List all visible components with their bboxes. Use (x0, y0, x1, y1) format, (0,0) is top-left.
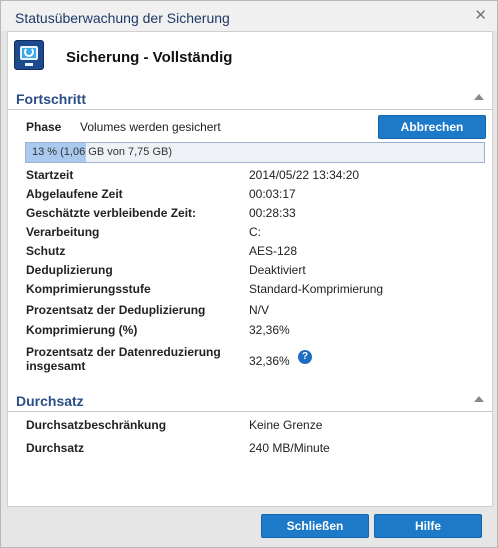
detail-label-compression-percent: Komprimierung (%) (26, 323, 138, 337)
title-bar: Statusüberwachung der Sicherung ✕ (1, 1, 497, 31)
progress-section-header: Fortschritt (8, 88, 492, 110)
detail-value-elapsed: 00:03:17 (249, 187, 296, 201)
detail-label-remaining: Geschätzte verbleibende Zeit: (26, 206, 197, 220)
collapse-throughput-icon[interactable] (474, 396, 484, 402)
detail-value-deduplication: Deaktiviert (249, 263, 306, 277)
progress-text: 13 % (1,06 GB von 7,75 GB) (32, 146, 173, 158)
detail-label-dedup-percent: Prozentsatz der Deduplizierung (26, 303, 206, 317)
progress-section-title: Fortschritt (16, 91, 86, 107)
backup-monitor-icon (14, 40, 44, 70)
close-icon[interactable]: ✕ (474, 6, 487, 24)
progress-bar: 13 % (1,06 GB von 7,75 GB) (25, 142, 485, 163)
detail-label-deduplication: Deduplizierung (26, 263, 113, 277)
throughput-limit-label: Durchsatzbeschränkung (26, 418, 167, 432)
window-title: Statusüberwachung der Sicherung (15, 10, 230, 26)
help-question-icon[interactable]: ? (298, 350, 312, 364)
collapse-progress-icon[interactable] (474, 94, 484, 100)
throughput-limit-value: Keine Grenze (249, 418, 323, 432)
detail-label-reduction-line2: insgesamt (26, 359, 86, 373)
detail-value-dedup-percent: N/V (249, 303, 270, 317)
backup-status-dialog: Statusüberwachung der Sicherung ✕ Sicher… (0, 0, 498, 548)
help-button[interactable]: Hilfe (374, 514, 482, 538)
throughput-section-title: Durchsatz (16, 393, 84, 409)
detail-label-reduction-line1: Prozentsatz der Datenreduzierung (26, 345, 221, 359)
throughput-section-header: Durchsatz (8, 390, 492, 412)
job-header: Sicherung - Vollständig (14, 40, 484, 74)
phase-value: Volumes werden gesichert (80, 120, 221, 134)
detail-value-protection: AES-128 (249, 244, 298, 258)
detail-value-compression-level: Standard-Komprimierung (249, 282, 384, 296)
throughput-label: Durchsatz (26, 441, 85, 455)
detail-value-start-time: 2014/05/22 13:34:20 (249, 168, 360, 182)
detail-label-elapsed: Abgelaufene Zeit (26, 187, 123, 201)
detail-label-protection: Schutz (26, 244, 66, 258)
detail-value-processing: C: (249, 225, 261, 239)
detail-label-compression-level: Komprimierungsstufe (26, 282, 151, 296)
detail-value-remaining: 00:28:33 (249, 206, 296, 220)
cancel-button[interactable]: Abbrechen (378, 115, 486, 139)
job-title: Sicherung - Vollständig (66, 49, 233, 66)
dialog-content: Sicherung - Vollständig Fortschritt Phas… (7, 31, 493, 507)
detail-label-processing: Verarbeitung (26, 225, 100, 239)
close-button[interactable]: Schließen (261, 514, 369, 538)
detail-value-reduction: 32,36% (249, 354, 290, 368)
detail-label-start-time: Startzeit (26, 168, 74, 182)
detail-value-compression-percent: 32,36% (249, 323, 290, 337)
throughput-value: 240 MB/Minute (249, 441, 330, 455)
phase-label: Phase (26, 120, 62, 134)
